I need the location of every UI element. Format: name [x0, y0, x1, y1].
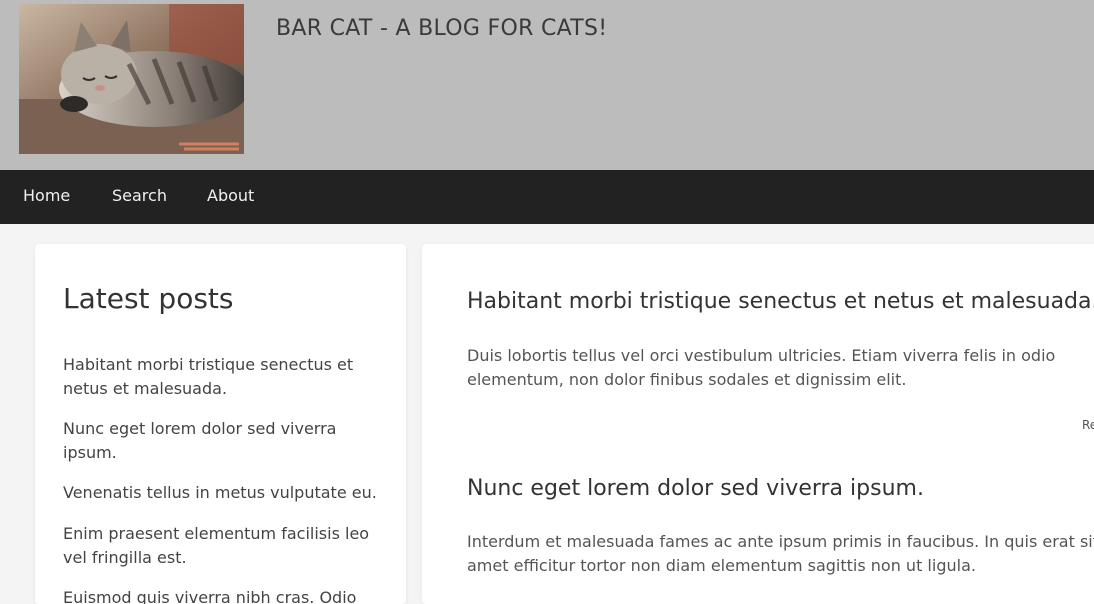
site-header: BAR CAT - A BLOG FOR CATS!: [0, 0, 1094, 170]
post-title[interactable]: Habitant morbi tristique senectus et net…: [467, 289, 1094, 314]
post-excerpt: Duis lobortis tellus vel orci vestibulum…: [467, 346, 1056, 389]
post-list: Habitant morbi tristique senectus et net…: [422, 244, 1094, 604]
latest-post-link[interactable]: Habitant morbi tristique senectus et net…: [63, 353, 383, 401]
nav-about-link[interactable]: About: [207, 186, 254, 205]
nav-home-link[interactable]: Home: [23, 186, 70, 205]
main-nav: Home Search About: [0, 170, 1094, 224]
latest-posts-sidebar: Latest posts Habitant morbi tristique se…: [35, 244, 406, 604]
read-more-link[interactable]: Read more: [1082, 418, 1094, 432]
sidebar-heading: Latest posts: [63, 282, 234, 315]
site-logo[interactable]: [19, 4, 244, 154]
post-title[interactable]: Nunc eget lorem dolor sed viverra ipsum.: [467, 476, 924, 501]
site-title: BAR CAT - A BLOG FOR CATS!: [276, 16, 608, 41]
kitten-photo: [19, 4, 244, 154]
post-excerpt: Interdum et malesuada fames ac ante ipsu…: [467, 532, 1094, 575]
latest-post-link[interactable]: Euismod quis viverra nibh cras. Odio: [63, 586, 383, 604]
latest-post-link[interactable]: Venenatis tellus in metus vulputate eu.: [63, 481, 383, 505]
nav-search-link[interactable]: Search: [112, 186, 167, 205]
latest-post-link[interactable]: Nunc eget lorem dolor sed viverra ipsum.: [63, 417, 383, 465]
latest-post-link[interactable]: Enim praesent elementum facilisis leo ve…: [63, 522, 383, 570]
